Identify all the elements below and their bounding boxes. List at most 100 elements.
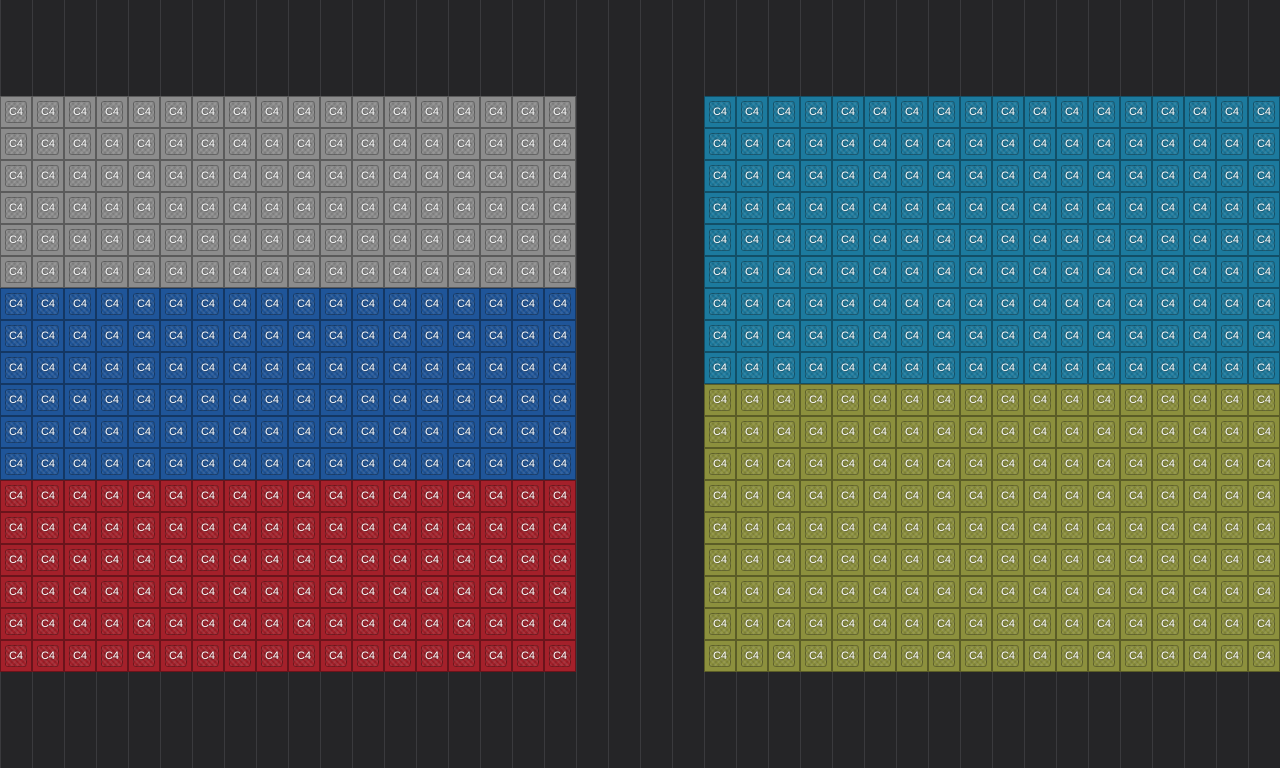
note-block-olive[interactable]: C4 — [736, 384, 768, 416]
note-block-blue[interactable]: C4 — [512, 352, 544, 384]
note-block-olive[interactable]: C4 — [1216, 640, 1248, 672]
note-block-gray[interactable]: C4 — [128, 128, 160, 160]
note-block-gray[interactable]: C4 — [384, 192, 416, 224]
note-block-olive[interactable]: C4 — [1248, 576, 1280, 608]
note-block-blue[interactable]: C4 — [160, 352, 192, 384]
note-block-blue[interactable]: C4 — [416, 384, 448, 416]
note-block-teal[interactable]: C4 — [992, 224, 1024, 256]
note-block-teal[interactable]: C4 — [1088, 256, 1120, 288]
note-block-olive[interactable]: C4 — [1088, 416, 1120, 448]
note-block-gray[interactable]: C4 — [544, 128, 576, 160]
note-block-gray[interactable]: C4 — [96, 96, 128, 128]
note-block-red[interactable]: C4 — [96, 576, 128, 608]
note-block-olive[interactable]: C4 — [1152, 384, 1184, 416]
note-block-olive[interactable]: C4 — [1024, 512, 1056, 544]
note-block-olive[interactable]: C4 — [1184, 448, 1216, 480]
note-block-blue[interactable]: C4 — [256, 352, 288, 384]
note-block-gray[interactable]: C4 — [512, 160, 544, 192]
note-block-olive[interactable]: C4 — [800, 608, 832, 640]
note-block-blue[interactable]: C4 — [448, 448, 480, 480]
note-block-gray[interactable]: C4 — [64, 96, 96, 128]
note-block-gray[interactable]: C4 — [192, 128, 224, 160]
note-block-gray[interactable]: C4 — [0, 160, 32, 192]
note-block-teal[interactable]: C4 — [1088, 160, 1120, 192]
note-block-olive[interactable]: C4 — [832, 416, 864, 448]
note-block-teal[interactable]: C4 — [736, 320, 768, 352]
note-block-teal[interactable]: C4 — [896, 128, 928, 160]
note-block-olive[interactable]: C4 — [960, 384, 992, 416]
note-block-gray[interactable]: C4 — [512, 96, 544, 128]
note-block-blue[interactable]: C4 — [32, 448, 64, 480]
note-block-teal[interactable]: C4 — [704, 224, 736, 256]
note-block-blue[interactable]: C4 — [96, 416, 128, 448]
note-block-red[interactable]: C4 — [256, 576, 288, 608]
note-block-olive[interactable]: C4 — [928, 416, 960, 448]
note-block-blue[interactable]: C4 — [544, 288, 576, 320]
note-block-blue[interactable]: C4 — [288, 384, 320, 416]
note-block-gray[interactable]: C4 — [384, 96, 416, 128]
note-block-gray[interactable]: C4 — [416, 192, 448, 224]
note-block-gray[interactable]: C4 — [192, 96, 224, 128]
note-block-olive[interactable]: C4 — [1248, 448, 1280, 480]
note-block-teal[interactable]: C4 — [1088, 352, 1120, 384]
note-block-olive[interactable]: C4 — [1120, 512, 1152, 544]
note-block-gray[interactable]: C4 — [96, 192, 128, 224]
note-block-gray[interactable]: C4 — [352, 160, 384, 192]
note-block-teal[interactable]: C4 — [704, 128, 736, 160]
note-block-teal[interactable]: C4 — [864, 128, 896, 160]
note-block-teal[interactable]: C4 — [1216, 96, 1248, 128]
note-block-teal[interactable]: C4 — [832, 192, 864, 224]
note-block-red[interactable]: C4 — [0, 640, 32, 672]
note-block-olive[interactable]: C4 — [704, 640, 736, 672]
note-block-teal[interactable]: C4 — [800, 160, 832, 192]
note-block-olive[interactable]: C4 — [1120, 544, 1152, 576]
note-block-olive[interactable]: C4 — [1024, 480, 1056, 512]
note-block-blue[interactable]: C4 — [256, 320, 288, 352]
note-block-teal[interactable]: C4 — [1120, 192, 1152, 224]
note-block-teal[interactable]: C4 — [1056, 352, 1088, 384]
note-block-gray[interactable]: C4 — [32, 96, 64, 128]
note-block-olive[interactable]: C4 — [960, 512, 992, 544]
note-block-gray[interactable]: C4 — [96, 128, 128, 160]
note-block-olive[interactable]: C4 — [1152, 544, 1184, 576]
note-block-red[interactable]: C4 — [224, 608, 256, 640]
note-block-red[interactable]: C4 — [128, 640, 160, 672]
note-block-olive[interactable]: C4 — [1152, 448, 1184, 480]
note-block-red[interactable]: C4 — [288, 480, 320, 512]
note-block-gray[interactable]: C4 — [288, 192, 320, 224]
note-block-teal[interactable]: C4 — [704, 352, 736, 384]
note-block-teal[interactable]: C4 — [1216, 256, 1248, 288]
note-block-olive[interactable]: C4 — [1184, 640, 1216, 672]
note-block-blue[interactable]: C4 — [512, 416, 544, 448]
note-block-red[interactable]: C4 — [288, 512, 320, 544]
note-block-teal[interactable]: C4 — [1248, 224, 1280, 256]
note-block-teal[interactable]: C4 — [1056, 160, 1088, 192]
note-block-teal[interactable]: C4 — [1248, 128, 1280, 160]
note-block-blue[interactable]: C4 — [544, 448, 576, 480]
note-block-red[interactable]: C4 — [192, 640, 224, 672]
note-block-olive[interactable]: C4 — [1088, 608, 1120, 640]
note-block-red[interactable]: C4 — [0, 512, 32, 544]
note-block-olive[interactable]: C4 — [704, 608, 736, 640]
note-block-gray[interactable]: C4 — [416, 160, 448, 192]
note-block-olive[interactable]: C4 — [832, 384, 864, 416]
note-block-teal[interactable]: C4 — [832, 256, 864, 288]
note-block-olive[interactable]: C4 — [896, 608, 928, 640]
note-block-red[interactable]: C4 — [320, 576, 352, 608]
note-block-red[interactable]: C4 — [32, 480, 64, 512]
note-block-red[interactable]: C4 — [256, 480, 288, 512]
note-block-gray[interactable]: C4 — [384, 256, 416, 288]
note-block-gray[interactable]: C4 — [512, 128, 544, 160]
note-block-blue[interactable]: C4 — [352, 448, 384, 480]
note-block-olive[interactable]: C4 — [1216, 448, 1248, 480]
note-block-gray[interactable]: C4 — [288, 128, 320, 160]
note-block-red[interactable]: C4 — [96, 608, 128, 640]
note-block-teal[interactable]: C4 — [704, 96, 736, 128]
note-block-red[interactable]: C4 — [224, 544, 256, 576]
note-block-gray[interactable]: C4 — [480, 192, 512, 224]
note-block-red[interactable]: C4 — [384, 480, 416, 512]
note-block-gray[interactable]: C4 — [448, 224, 480, 256]
note-block-teal[interactable]: C4 — [1120, 96, 1152, 128]
note-block-gray[interactable]: C4 — [192, 160, 224, 192]
note-block-blue[interactable]: C4 — [32, 384, 64, 416]
